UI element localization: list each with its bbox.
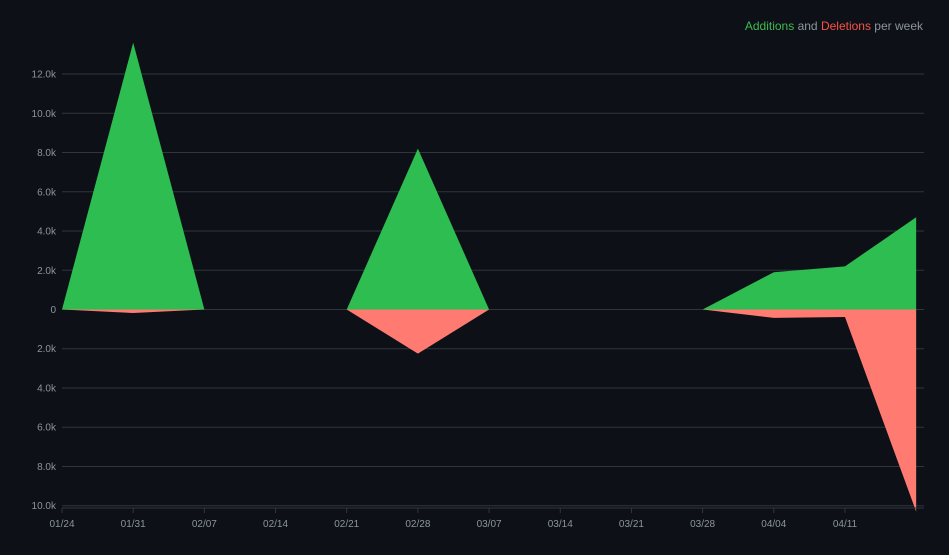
- deletions-area: [346, 309, 490, 354]
- y-tick-label: 6.0k: [37, 423, 57, 434]
- y-tick-label: 8.0k: [37, 148, 57, 159]
- x-tick-label: 01/24: [49, 519, 74, 530]
- additions-deletions-chart: Additions and Deletions per week 12.0k 10…: [0, 0, 949, 555]
- y-tick-label: 10.0k: [32, 501, 57, 512]
- x-tick-label: 04/11: [833, 519, 858, 530]
- y-tick-label: 0: [50, 305, 56, 316]
- y-tick-label: 2.0k: [37, 266, 57, 277]
- y-tick-label: 10.0k: [32, 109, 57, 120]
- x-tick-label: 03/28: [690, 519, 715, 530]
- x-tick-label: 03/14: [548, 519, 573, 530]
- x-tick-label: 02/21: [334, 519, 359, 530]
- x-tick-label: 03/07: [477, 519, 502, 530]
- additions-area: [62, 42, 205, 310]
- deletions-area: [702, 309, 917, 512]
- y-tick-label: 4.0k: [37, 383, 57, 394]
- x-tick-label: 04/04: [761, 519, 786, 530]
- y-tick-label: 8.0k: [37, 462, 57, 473]
- y-tick-label: 4.0k: [37, 227, 57, 238]
- y-tick-label: 12.0k: [32, 70, 57, 81]
- deletions-area: [62, 309, 205, 314]
- additions-area: [346, 148, 490, 310]
- x-tick-label: 02/07: [192, 519, 217, 530]
- x-tick-label: 02/14: [263, 519, 288, 530]
- x-tick-label: 01/31: [121, 519, 146, 530]
- y-tick-label: 2.0k: [37, 344, 57, 355]
- y-tick-label: 6.0k: [37, 187, 57, 198]
- chart-canvas: 12.0k 10.0k 8.0k 6.0k 4.0k 2.0k 0 2.0k 4.0k 6.0k 8…: [32, 42, 924, 530]
- x-tick-label: 02/28: [405, 519, 430, 530]
- x-tick-label: 03/21: [619, 519, 644, 530]
